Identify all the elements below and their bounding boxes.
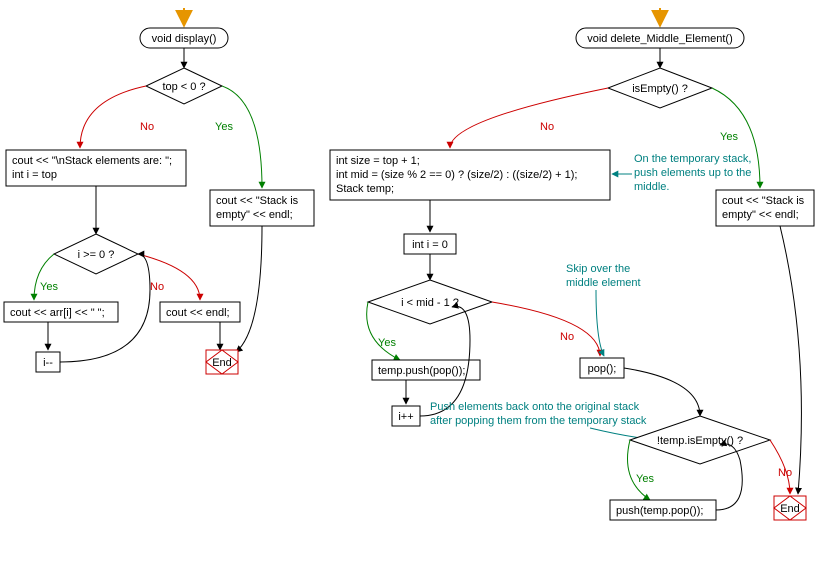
box-pop-text: pop(); <box>588 363 617 375</box>
box-print-text: cout << arr[i] << " "; <box>10 307 105 319</box>
box-init-line3: Stack temp; <box>336 183 394 195</box>
box-empty-right: cout << "Stack is empty" << endl; <box>716 190 814 226</box>
edge-empty-right-to-end <box>780 226 801 494</box>
label-yes-1: Yes <box>215 121 233 133</box>
decision-top-text: top < 0 ? <box>162 81 205 93</box>
box-empty-left: cout << "Stack is empty" << endl; <box>210 190 314 226</box>
edge-top-yes <box>222 86 262 188</box>
decision-isempty: isEmpty() ? <box>608 68 712 108</box>
edge-mid-no <box>492 302 600 356</box>
decision-isempty-text: isEmpty() ? <box>632 83 688 95</box>
box-print: cout << arr[i] << " "; <box>4 302 118 322</box>
box-elements-line1: cout << "\nStack elements are: "; <box>12 155 172 167</box>
start-left: void display() <box>140 28 228 48</box>
box-empty-right-line1: cout << "Stack is <box>722 195 805 207</box>
svg-text:push elements up to the: push elements up to the <box>634 167 751 179</box>
decision-mid-text: i < mid - 1 ? <box>401 297 459 309</box>
box-i0-text: int i = 0 <box>412 239 448 251</box>
start-left-text: void display() <box>152 33 217 45</box>
decision-loop: i >= 0 ? <box>54 234 138 274</box>
svg-text:middle element: middle element <box>566 277 641 289</box>
label-no-3: No <box>540 121 554 133</box>
comment-2-arrow <box>596 290 604 356</box>
start-right: void delete_Middle_Element() <box>576 28 744 48</box>
label-no-2: No <box>150 281 164 293</box>
label-yes-3: Yes <box>720 131 738 143</box>
decision-top: top < 0 ? <box>146 68 222 104</box>
end-left-text: End <box>212 357 232 369</box>
box-init-line1: int size = top + 1; <box>336 155 420 167</box>
box-elements-line2: int i = top <box>12 169 57 181</box>
label-yes-4: Yes <box>378 337 396 349</box>
box-init: int size = top + 1; int mid = (size % 2 … <box>330 150 610 200</box>
decision-temp: !temp.isEmpty() ? <box>630 416 770 464</box>
box-elements: cout << "\nStack elements are: "; int i … <box>6 150 186 186</box>
svg-text:middle.: middle. <box>634 181 669 193</box>
box-pop: pop(); <box>580 358 624 378</box>
label-no-1: No <box>140 121 154 133</box>
box-empty-left-line2: empty" << endl; <box>216 209 293 221</box>
label-no-4: No <box>560 331 574 343</box>
svg-text:Push elements back onto the or: Push elements back onto the original sta… <box>430 401 640 413</box>
comment-2: Skip over the middle element <box>566 263 641 289</box>
box-i0: int i = 0 <box>404 234 456 254</box>
decision-mid: i < mid - 1 ? <box>368 280 492 324</box>
box-ipp-text: i++ <box>398 411 413 423</box>
box-pushback: push(temp.pop()); <box>610 500 716 520</box>
box-iminus: i-- <box>36 352 60 372</box>
svg-text:Skip over the: Skip over the <box>566 263 630 275</box>
label-yes-5: Yes <box>636 473 654 485</box>
end-right: End <box>774 496 806 520</box>
svg-text:after popping them from the te: after popping them from the temporary st… <box>430 415 647 427</box>
label-yes-2: Yes <box>40 281 58 293</box>
edge-loop-yes <box>34 254 54 300</box>
box-empty-left-line1: cout << "Stack is <box>216 195 299 207</box>
decision-loop-text: i >= 0 ? <box>78 249 115 261</box>
label-no-5: No <box>778 467 792 479</box>
box-empty-right-line2: empty" << endl; <box>722 209 799 221</box>
comment-3: Push elements back onto the original sta… <box>430 401 647 427</box>
edge-loop-no <box>138 254 200 300</box>
box-pushback-text: push(temp.pop()); <box>616 505 703 517</box>
edge-temp-yes <box>628 440 651 500</box>
edge-top-no <box>80 86 146 148</box>
edge-empty-to-end <box>236 226 262 352</box>
box-iminus-text: i-- <box>43 357 53 369</box>
comment-1: On the temporary stack, push elements up… <box>634 153 751 193</box>
svg-text:On the temporary stack,: On the temporary stack, <box>634 153 751 165</box>
edge-isempty-no <box>450 88 608 148</box>
end-right-text: End <box>780 503 800 515</box>
box-endl-text: cout << endl; <box>166 307 230 319</box>
end-left: End <box>206 350 238 374</box>
box-endl: cout << endl; <box>160 302 240 322</box>
start-right-text: void delete_Middle_Element() <box>587 33 733 45</box>
box-ipp: i++ <box>392 406 420 426</box>
box-push: temp.push(pop()); <box>372 360 480 380</box>
box-push-text: temp.push(pop()); <box>378 365 465 377</box>
box-init-line2: int mid = (size % 2 == 0) ? (size/2) : (… <box>336 169 577 181</box>
